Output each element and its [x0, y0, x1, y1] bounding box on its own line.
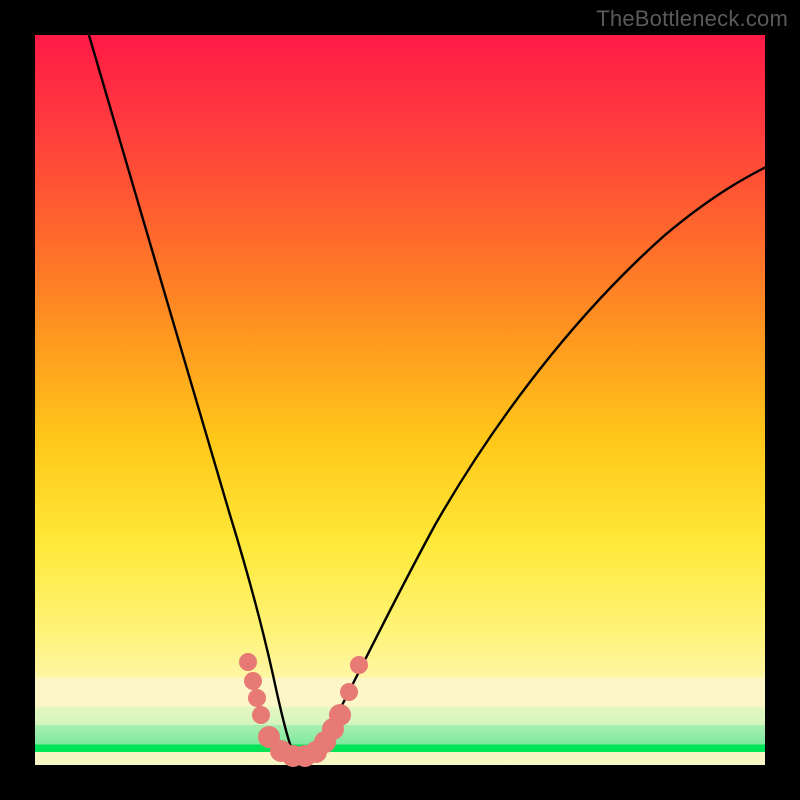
marker-cluster	[239, 653, 368, 767]
marker-point	[248, 689, 266, 707]
curve-left-branch	[86, 25, 297, 757]
marker-point	[340, 683, 358, 701]
marker-point	[252, 706, 270, 724]
watermark-text: TheBottleneck.com	[596, 6, 788, 32]
chart-frame: TheBottleneck.com	[0, 0, 800, 800]
marker-point	[244, 672, 262, 690]
marker-point	[329, 704, 351, 726]
curve-layer	[35, 35, 765, 765]
plot-area	[35, 35, 765, 765]
marker-point	[239, 653, 257, 671]
curve-right-branch	[313, 165, 770, 757]
marker-point	[350, 656, 368, 674]
